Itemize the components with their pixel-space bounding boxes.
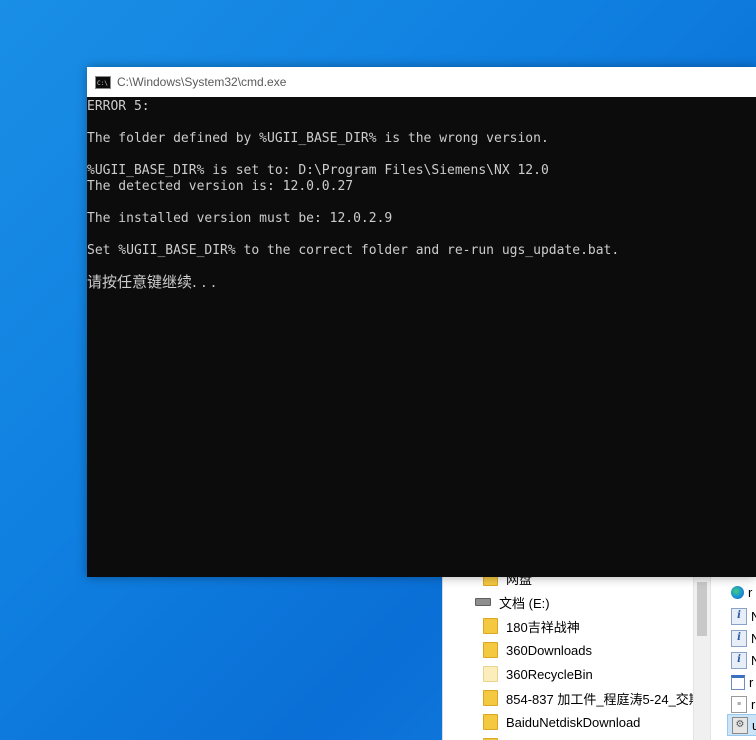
tree-item-folder[interactable]: 360Downloads bbox=[483, 639, 592, 661]
navigation-scrollbar[interactable] bbox=[693, 560, 711, 740]
folder-icon bbox=[483, 618, 498, 634]
tree-item-label: 854-837 加工件_程庭涛5-24_交期: bbox=[506, 691, 706, 707]
folder-icon bbox=[483, 666, 498, 682]
file-item[interactable]: r bbox=[727, 581, 756, 603]
file-item[interactable]: i N bbox=[727, 627, 756, 649]
file-item-label: r bbox=[748, 584, 753, 600]
cmd-app-icon[interactable]: C:\ bbox=[95, 75, 111, 89]
file-item[interactable]: i N bbox=[727, 649, 756, 671]
file-list: r i N i N i N r ≡ r ⚙ bbox=[727, 560, 756, 740]
info-icon: i bbox=[731, 607, 747, 625]
console-line: The installed version must be: 12.0.2.9 bbox=[87, 211, 393, 226]
document-icon: ≡ bbox=[731, 695, 747, 713]
tree-item-label: 文档 (E:) bbox=[499, 595, 550, 611]
console-line: ERROR 5: bbox=[87, 99, 150, 114]
file-item[interactable]: i N bbox=[727, 605, 756, 627]
file-item-label: N bbox=[751, 653, 756, 668]
window-icon bbox=[731, 674, 745, 690]
tree-item-label: 360RecycleBin bbox=[506, 666, 593, 682]
cmd-window[interactable]: C:\ C:\Windows\System32\cmd.exe ERROR 5:… bbox=[87, 67, 756, 577]
tree-item-label: BaiduNetdiskDownload bbox=[506, 714, 641, 730]
file-item-label: u bbox=[752, 718, 756, 733]
console-line-prompt: 请按任意键继续. . . bbox=[87, 273, 216, 291]
tree-item-folder-partial[interactable] bbox=[483, 735, 506, 740]
gear-icon: ⚙ bbox=[732, 716, 748, 734]
file-item-label: N bbox=[751, 609, 756, 624]
folder-icon bbox=[483, 690, 498, 706]
drive-icon bbox=[475, 598, 491, 606]
console-output[interactable]: ERROR 5: The folder defined by %UGII_BAS… bbox=[87, 97, 756, 577]
edge-icon bbox=[731, 585, 744, 599]
file-item-label: N bbox=[751, 631, 756, 646]
file-item-label: r bbox=[749, 674, 754, 690]
tree-item-label: 180吉祥战神 bbox=[506, 619, 580, 635]
tree-item-folder[interactable]: 854-837 加工件_程庭涛5-24_交期: bbox=[483, 687, 705, 709]
console-line: The detected version is: 12.0.0.27 bbox=[87, 179, 354, 194]
tree-item-drive-e[interactable]: 文档 (E:) bbox=[475, 591, 550, 613]
file-item[interactable]: r bbox=[727, 671, 756, 693]
tree-item-folder[interactable]: BaiduNetdiskDownload bbox=[483, 711, 640, 733]
window-title: C:\Windows\System32\cmd.exe bbox=[117, 75, 287, 89]
tree-item-folder[interactable]: 180吉祥战神 bbox=[483, 615, 580, 637]
navigation-pane: 网盘 文档 (E:) 180吉祥战神 360Downloads 360Recyc… bbox=[443, 560, 705, 740]
folder-icon bbox=[483, 714, 498, 730]
file-item-label: r bbox=[751, 696, 756, 712]
file-item[interactable]: ≡ r bbox=[727, 693, 756, 715]
file-item-selected[interactable]: ⚙ u bbox=[727, 714, 756, 736]
folder-icon bbox=[483, 642, 498, 658]
tree-item-folder[interactable]: 360RecycleBin bbox=[483, 663, 593, 685]
cmd-titlebar[interactable]: C:\ C:\Windows\System32\cmd.exe bbox=[87, 67, 756, 97]
console-line: The folder defined by %UGII_BASE_DIR% is… bbox=[87, 131, 549, 146]
desktop-background: 网盘 文档 (E:) 180吉祥战神 360Downloads 360Recyc… bbox=[0, 0, 756, 740]
scrollbar-thumb[interactable] bbox=[697, 582, 707, 636]
console-line: Set %UGII_BASE_DIR% to the correct folde… bbox=[87, 243, 620, 258]
console-line: %UGII_BASE_DIR% is set to: D:\Program Fi… bbox=[87, 163, 549, 178]
info-icon: i bbox=[731, 651, 747, 669]
file-explorer-window[interactable]: 网盘 文档 (E:) 180吉祥战神 360Downloads 360Recyc… bbox=[442, 560, 756, 740]
tree-item-label: 360Downloads bbox=[506, 642, 593, 658]
info-icon: i bbox=[731, 629, 747, 647]
